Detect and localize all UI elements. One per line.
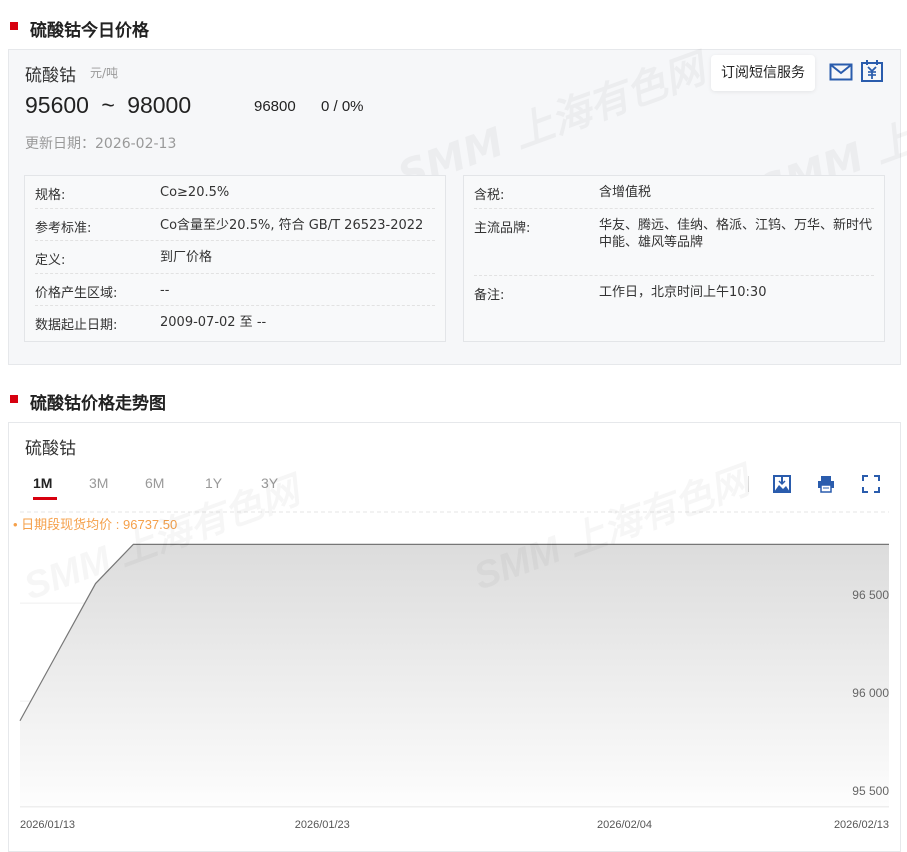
price-area <box>20 544 889 806</box>
y-tick-label: 96 000 <box>852 686 889 700</box>
y-tick-label: 96 500 <box>852 588 889 602</box>
x-tick-label: 2026/02/04 <box>597 819 652 831</box>
x-tick-label: 2026/02/13 <box>834 819 889 831</box>
y-tick-label: 95 500 <box>852 784 889 798</box>
x-tick-label: 2026/01/23 <box>295 819 350 831</box>
price-chart: 95 500 96 000 96 500 2026/01/13 2026/01/23 20… <box>0 0 907 842</box>
x-tick-label: 2026/01/13 <box>20 819 75 831</box>
